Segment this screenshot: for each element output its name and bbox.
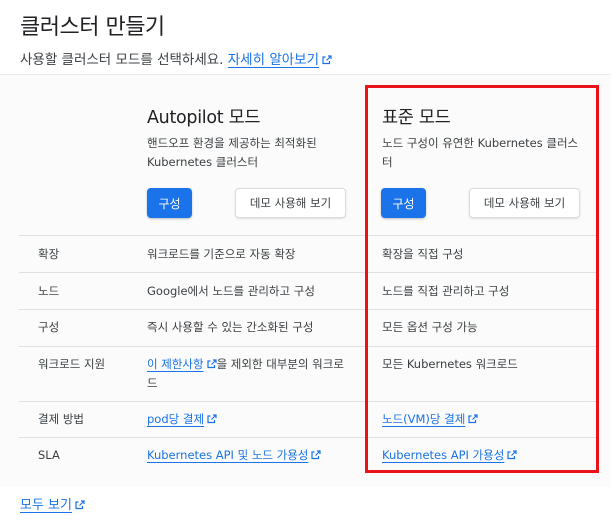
autopilot-billing: pod당 결제 [147,410,217,429]
autopilot-sla: Kubernetes API 및 노드 가용성 [147,446,322,465]
external-link-icon [311,450,322,460]
restrictions-link[interactable]: 이 제한사항 [147,357,217,371]
page-subtitle: 사용할 클러스터 모드를 선택하세요. 자세히 알아보기 [20,48,332,68]
standard-mode-highlight [365,85,599,473]
autopilot-title: Autopilot 모드 [147,108,261,128]
see-all-link[interactable]: 모두 보기 [20,494,85,513]
external-link-icon [207,414,217,424]
autopilot-sla-link[interactable]: Kubernetes API 및 노드 가용성 [147,448,322,462]
autopilot-nodes: Google에서 노드를 관리하고 구성 [147,284,315,298]
row-label-nodes: 노드 [38,284,60,298]
row-label-configuration: 구성 [38,320,60,334]
subtitle-text: 사용할 클러스터 모드를 선택하세요. [20,52,224,68]
autopilot-demo-button[interactable]: 데모 사용해 보기 [235,188,346,218]
autopilot-configure-button[interactable]: 구성 [147,188,192,218]
learn-more-link[interactable]: 자세히 알아보기 [228,52,332,68]
autopilot-scaling: 워크로드를 기준으로 자동 확장 [147,247,296,261]
row-label-scaling: 확장 [38,247,60,261]
external-link-icon [75,500,85,510]
row-label-workload-support: 워크로드 지원 [38,357,106,371]
row-label-billing: 결제 방법 [38,412,84,426]
external-link-icon [322,55,332,65]
row-label-sla: SLA [38,448,60,462]
pod-billing-link[interactable]: pod당 결제 [147,412,217,426]
external-link-icon [206,359,217,369]
autopilot-configuration: 즉시 사용할 수 있는 간소화된 구성 [147,320,314,334]
autopilot-workload-support: 이 제한사항 을 제외한 대부분의 워크로드 [147,357,344,390]
page-title: 클러스터 만들기 [20,15,165,40]
autopilot-description: 핸드오프 환경을 제공하는 최적화된 Kubernetes 클러스터 [147,136,317,169]
